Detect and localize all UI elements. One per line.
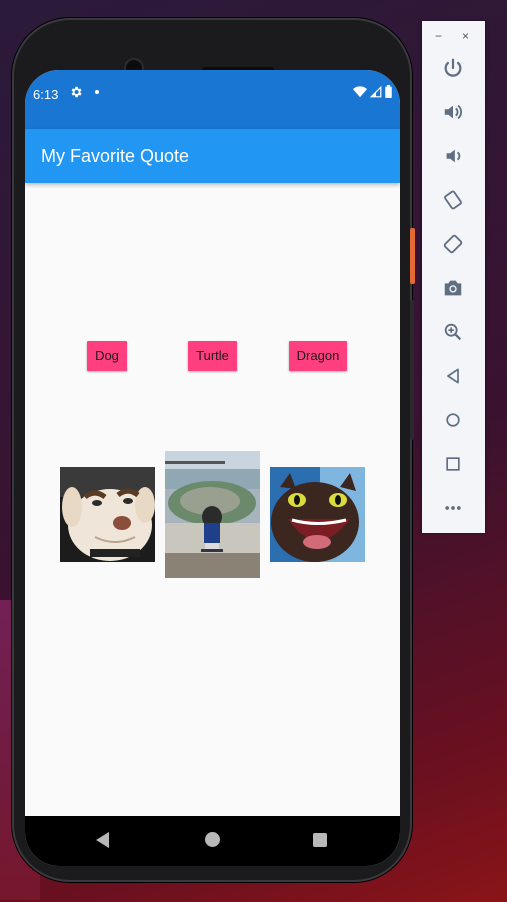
zoom-icon[interactable] xyxy=(440,319,466,345)
dragon-image xyxy=(270,467,365,562)
system-navigation-bar xyxy=(25,816,400,866)
turtle-button[interactable]: Turtle xyxy=(188,341,237,371)
notification-dot-icon xyxy=(95,90,99,94)
rotate-right-icon[interactable] xyxy=(440,231,466,257)
wifi-icon xyxy=(353,85,367,97)
turtle-image xyxy=(165,451,260,578)
dragon-button[interactable]: Dragon xyxy=(289,341,347,371)
dog-image xyxy=(60,467,155,562)
dog-button[interactable]: Dog xyxy=(87,341,127,371)
emulator-toolbar: − × xyxy=(422,21,485,533)
nav-overview-icon[interactable] xyxy=(313,833,327,847)
minimize-button[interactable]: − xyxy=(435,29,442,43)
camera-icon[interactable] xyxy=(440,275,466,301)
volume-up-icon[interactable] xyxy=(440,99,466,125)
power-icon[interactable] xyxy=(440,55,466,81)
settings-gear-icon xyxy=(69,85,83,104)
app-bar: My Favorite Quote xyxy=(25,129,400,183)
nav-back-icon[interactable] xyxy=(96,832,110,853)
volume-down-icon[interactable] xyxy=(440,143,466,169)
back-icon[interactable] xyxy=(440,363,466,389)
toolbar-window-controls: − × xyxy=(422,29,485,43)
home-icon[interactable] xyxy=(440,407,466,433)
nav-home-icon[interactable] xyxy=(205,832,220,847)
status-icons xyxy=(353,85,392,98)
battery-icon xyxy=(385,85,392,98)
signal-icon xyxy=(370,85,382,97)
close-button[interactable]: × xyxy=(462,29,469,43)
more-icon[interactable] xyxy=(440,495,466,521)
volume-side-button[interactable] xyxy=(410,300,414,440)
status-bar: 6:13 xyxy=(25,70,400,129)
rotate-left-icon[interactable] xyxy=(440,187,466,213)
power-side-button[interactable] xyxy=(410,228,415,284)
status-time: 6:13 xyxy=(33,87,59,102)
app-title: My Favorite Quote xyxy=(41,146,190,166)
overview-icon[interactable] xyxy=(440,451,466,477)
phone-screen: 6:13 My Favorite Quote Dog Turtle Dragon xyxy=(25,70,400,866)
